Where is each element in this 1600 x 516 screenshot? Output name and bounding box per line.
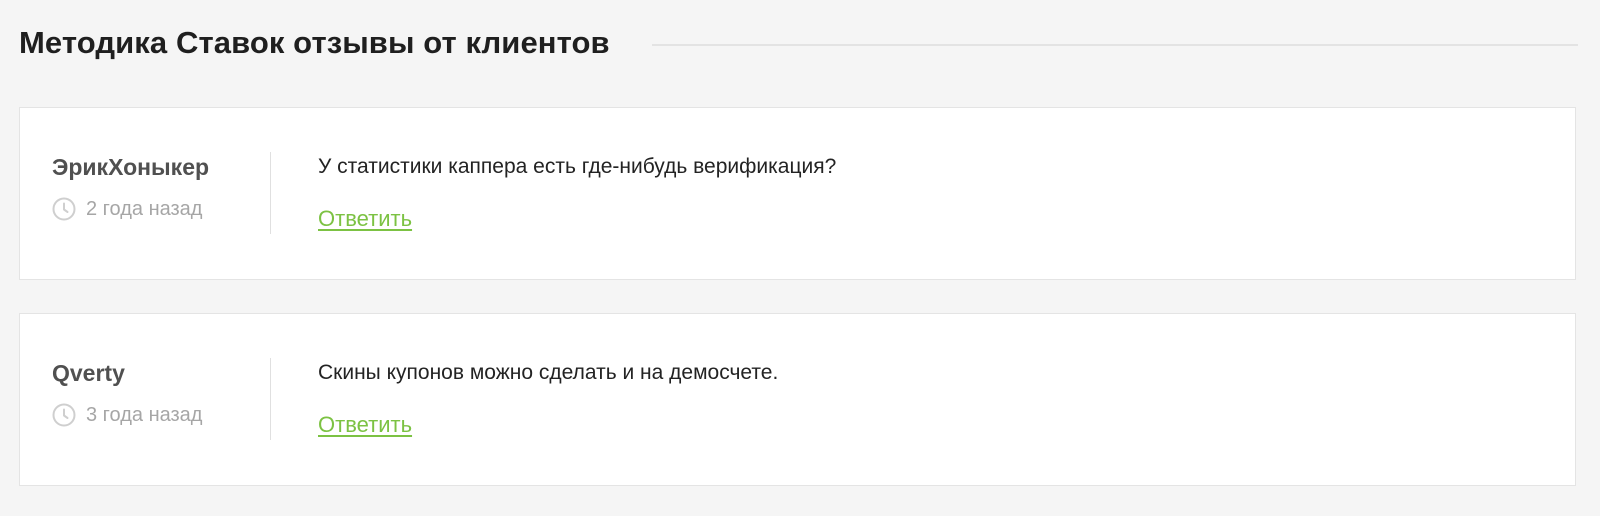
- review-card: ЭрикХоныкер 2 года назад У статистики ка…: [19, 107, 1576, 280]
- review-text: Скины купонов можно сделать и на демосче…: [318, 361, 779, 384]
- section-title: Методика Ставок отзывы от клиентов: [19, 25, 610, 60]
- section-header: Методика Ставок отзывы от клиентов: [19, 18, 1578, 68]
- review-date-text: 2 года назад: [86, 197, 203, 220]
- clock-icon: [52, 197, 76, 221]
- review-date: 2 года назад: [52, 197, 202, 221]
- clock-icon: [52, 403, 76, 427]
- review-author-name: Qverty: [52, 360, 125, 386]
- review-card: Qverty 3 года назад Скины купонов можно …: [19, 313, 1576, 486]
- review-author-block: ЭрикХоныкер 2 года назад: [52, 152, 271, 234]
- header-divider: [651, 44, 1578, 46]
- reply-link[interactable]: Ответить: [318, 412, 412, 438]
- reply-link[interactable]: Ответить: [318, 206, 412, 232]
- review-date: 3 года назад: [52, 403, 202, 427]
- review-author-name: ЭрикХоныкер: [52, 154, 210, 180]
- review-author-block: Qverty 3 года назад: [52, 358, 271, 440]
- review-body: У статистики каппера есть где-нибудь вер…: [318, 152, 1535, 232]
- review-date-text: 3 года назад: [86, 403, 203, 426]
- review-body: Скины купонов можно сделать и на демосче…: [318, 358, 1535, 438]
- review-text: У статистики каппера есть где-нибудь вер…: [318, 155, 837, 178]
